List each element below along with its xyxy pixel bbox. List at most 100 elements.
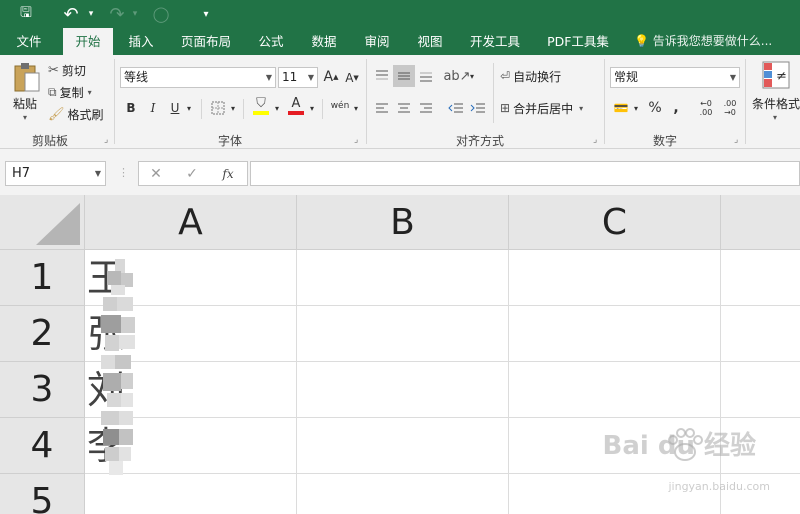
cell-d3[interactable] [721,362,800,418]
number-format-select[interactable]: 常规 ▼ [610,67,740,88]
row-header-5[interactable]: 5 [0,474,85,514]
column-header-d[interactable] [721,195,800,250]
worksheet-grid[interactable]: A B C 1 2 3 4 5 王 张 刘 李 [0,195,800,514]
paste-dropdown-icon[interactable]: ▾ [23,113,27,122]
accounting-format-button[interactable]: 💳 [611,97,631,119]
bold-button[interactable]: B [122,97,140,119]
decrease-indent-button[interactable] [446,97,466,119]
font-color-button[interactable]: A [285,95,307,117]
cell-c1[interactable] [509,250,721,306]
top-align-button[interactable] [372,65,392,87]
name-box-value: H7 [12,166,31,181]
formula-input[interactable] [250,161,800,186]
cell-d1[interactable] [721,250,800,306]
align-center-button[interactable] [394,97,414,119]
font-size-value: 11 [282,70,298,84]
row-header-2[interactable]: 2 [0,306,85,362]
merge-center-button[interactable]: ⊞ 合并后居中 ▾ [500,97,600,119]
align-left-button[interactable] [372,97,392,119]
fill-color-dropdown-icon[interactable]: ▾ [273,97,281,119]
tab-pdf-tools[interactable]: PDF工具集 [541,28,615,55]
paste-button[interactable]: 粘贴 ▾ [8,61,46,123]
tab-view[interactable]: 视图 [409,28,451,55]
borders-dropdown-icon[interactable]: ▾ [229,97,237,119]
wrap-text-button[interactable]: ⏎ 自动换行 [500,65,572,87]
column-header-b[interactable]: B [297,195,509,250]
undo-dropdown-icon[interactable]: ▾ [86,3,96,25]
tell-me-box[interactable]: 💡 告诉我您想要做什么... [634,28,772,55]
cell-b1[interactable] [297,250,509,306]
tab-home[interactable]: 开始 [63,28,113,55]
redo-dropdown-icon[interactable]: ▾ [130,3,140,25]
formula-bar-grip-icon[interactable]: ⋮ [118,166,129,179]
tab-data[interactable]: 数据 [303,28,345,55]
middle-align-button[interactable] [393,65,415,87]
shrink-font-button[interactable]: A ▼ [343,67,361,89]
font-name-select[interactable]: 等线 ▼ [120,67,276,88]
underline-button[interactable]: U [166,97,184,119]
fill-color-button[interactable]: ⛉ [250,95,272,117]
name-box[interactable]: H7 ▼ [5,161,106,186]
insert-function-icon[interactable]: fx [216,163,240,185]
cell-c2[interactable] [509,306,721,362]
cell-b4[interactable] [297,418,509,474]
column-header-a[interactable]: A [85,195,297,250]
increase-indent-button[interactable] [468,97,488,119]
bottom-align-button[interactable] [416,65,436,87]
comma-style-button[interactable]: , [668,97,684,119]
phonetic-dropdown-icon[interactable]: ▾ [352,97,360,119]
tab-review[interactable]: 审阅 [356,28,398,55]
copy-dropdown-icon[interactable]: ▾ [88,88,92,97]
redo-icon[interactable]: ↷ [104,3,130,25]
cell-c3[interactable] [509,362,721,418]
increase-decimal-button[interactable]: ←0 .00 [696,97,716,119]
touch-mode-icon[interactable]: ◯ [150,3,172,25]
row-header-4[interactable]: 4 [0,418,85,474]
select-all-corner[interactable] [0,195,85,250]
underline-dropdown-icon[interactable]: ▾ [185,97,193,119]
italic-button[interactable]: I [144,97,162,119]
tab-developer[interactable]: 开发工具 [463,28,527,55]
row-header-3[interactable]: 3 [0,362,85,418]
phonetic-guide-button[interactable]: wén [328,95,352,117]
font-color-dropdown-icon[interactable]: ▾ [308,97,316,119]
undo-icon[interactable]: ↶ [58,3,84,25]
tab-file[interactable]: 文件 [8,28,50,55]
column-header-c[interactable]: C [509,195,721,250]
cancel-entry-icon[interactable]: ✕ [146,163,166,185]
cell-a5[interactable] [85,474,297,514]
tab-formulas[interactable]: 公式 [250,28,292,55]
cell-b5[interactable] [297,474,509,514]
font-size-select[interactable]: 11 ▼ [278,67,318,88]
merge-dropdown-icon[interactable]: ▾ [579,104,583,113]
save-icon[interactable]: 🖫 [15,3,37,25]
percent-style-button[interactable]: % [645,97,665,119]
clipboard-launcher-icon[interactable]: ⌟ [104,135,108,145]
orientation-button[interactable]: ab↗ [443,65,470,87]
accounting-dropdown-icon[interactable]: ▾ [632,97,640,119]
align-right-button[interactable] [416,97,436,119]
format-painter-button[interactable]: 🖌 格式刷 [48,103,110,125]
cell-b2[interactable] [297,306,509,362]
orientation-dropdown-icon[interactable]: ▾ [468,65,476,87]
name-box-dropdown-icon[interactable]: ▼ [95,162,101,185]
decrease-decimal-button[interactable]: .00 →0 [720,97,740,119]
number-launcher-icon[interactable]: ⌟ [734,135,738,145]
conditional-formatting-button[interactable]: ≠ 条件格式 ▾ [750,61,800,131]
confirm-entry-icon[interactable]: ✓ [182,163,202,185]
alignment-launcher-icon[interactable]: ⌟ [593,135,597,145]
tab-insert[interactable]: 插入 [120,28,162,55]
conditional-formatting-dropdown-icon[interactable]: ▾ [773,113,777,122]
ribbon-home: 粘贴 ▾ ✂ 剪切 ⧉ 复制 ▾ 🖌 格式刷 剪贴板 ⌟ 等线 ▼ 11 ▼ A… [0,55,800,149]
customize-qat-icon[interactable]: ▾ [198,3,214,25]
cut-button[interactable]: ✂ 剪切 [48,59,108,81]
cell-b3[interactable] [297,362,509,418]
font-launcher-icon[interactable]: ⌟ [354,135,358,145]
cell-d2[interactable] [721,306,800,362]
borders-button[interactable] [208,97,228,119]
currency-icon: 💳 [613,101,629,115]
grow-font-button[interactable]: A ▲ [322,66,340,88]
tab-page-layout[interactable]: 页面布局 [174,28,238,55]
row-header-1[interactable]: 1 [0,250,85,306]
copy-button[interactable]: ⧉ 复制 ▾ [48,81,110,103]
